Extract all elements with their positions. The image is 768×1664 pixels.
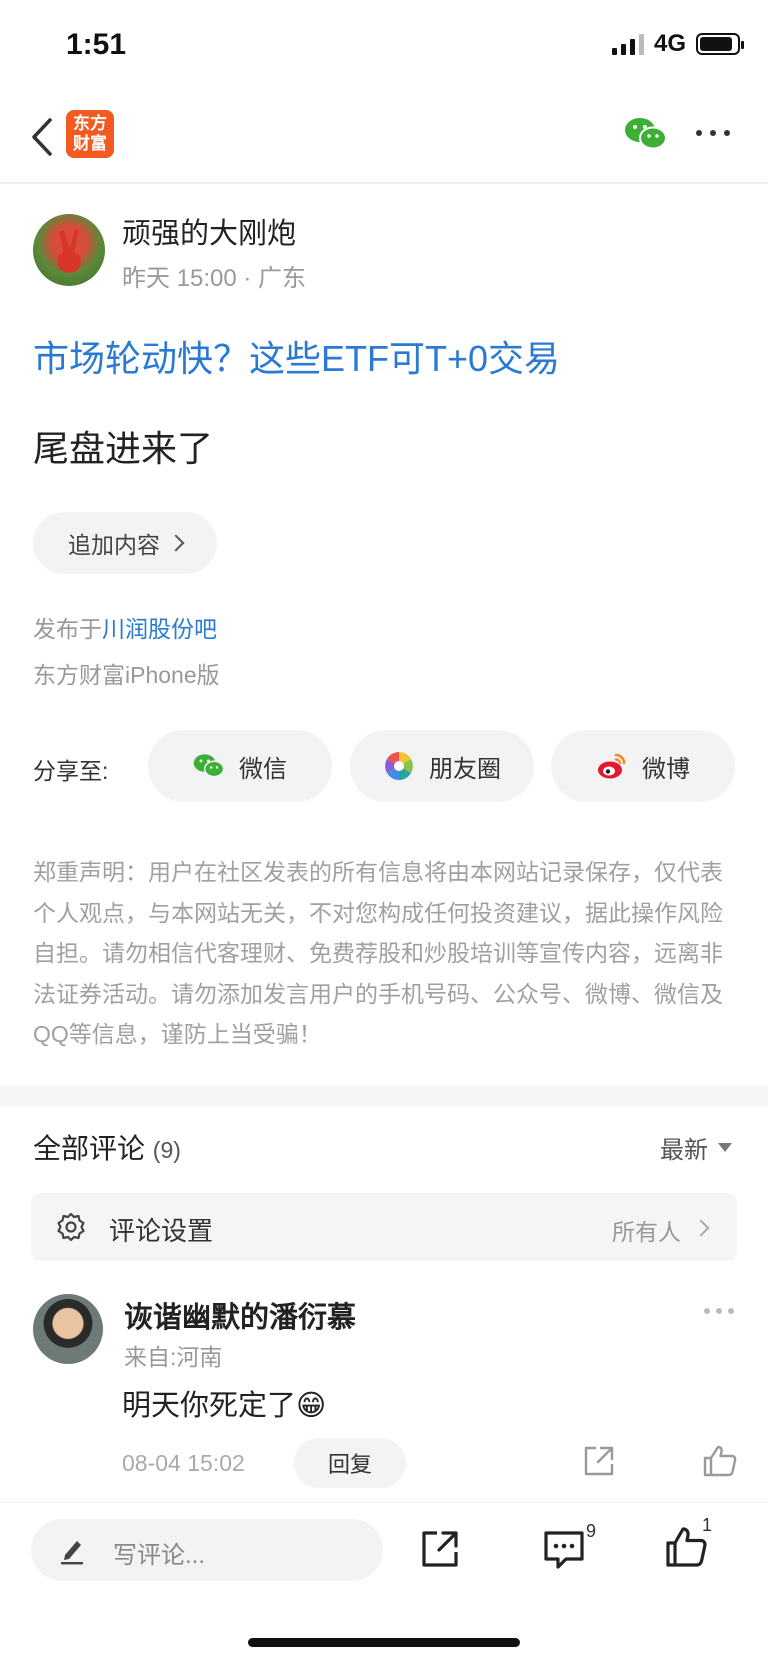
nav-bar: 东方 财富	[0, 96, 768, 184]
signal-icon	[611, 33, 644, 55]
disclaimer-text: 郑重声明：用户在社区发表的所有信息将由本网站记录保存，仅代表个人观点，与本网站无…	[33, 859, 723, 1047]
pencil-icon	[61, 1541, 83, 1565]
gear-icon	[57, 1212, 85, 1242]
home-indicator	[248, 1638, 520, 1647]
chevron-right-icon	[692, 1219, 710, 1237]
share-weibo-button[interactable]: 微博	[551, 730, 735, 802]
comment-icon[interactable]	[542, 1529, 586, 1571]
moments-icon	[385, 752, 413, 780]
status-indicators: 4G	[611, 30, 744, 58]
caret-down-icon	[718, 1143, 732, 1152]
share-moments-button[interactable]: 朋友圈	[350, 730, 534, 802]
comment-count-badge: 9	[586, 1521, 597, 1541]
battery-icon	[696, 33, 744, 55]
weibo-icon	[598, 753, 626, 779]
thumbs-up-icon[interactable]	[702, 1444, 738, 1478]
back-arrow-icon[interactable]	[28, 114, 58, 160]
author-name[interactable]: 顽强的大刚炮	[122, 210, 296, 252]
comment-settings-row[interactable]: 评论设置 所有人	[31, 1193, 737, 1261]
forum-link[interactable]: 川润股份吧	[102, 616, 217, 642]
like-count-badge: 1	[702, 1515, 713, 1535]
share-label: 分享至:	[33, 758, 109, 784]
app-logo: 东方 财富	[66, 110, 114, 158]
share-wechat-button[interactable]: 微信	[148, 730, 332, 802]
more-options-icon[interactable]	[696, 126, 736, 140]
sort-dropdown[interactable]: 最新	[660, 1130, 732, 1165]
append-content-button[interactable]: 追加内容	[33, 512, 217, 574]
write-comment-input[interactable]: 写评论...	[31, 1519, 383, 1581]
post-meta: 昨天 15:00 · 广东	[122, 265, 307, 292]
reply-button[interactable]: 回复	[294, 1438, 406, 1488]
comments-heading: 全部评论 (9)	[33, 1133, 181, 1164]
comment-more-icon[interactable]	[704, 1308, 734, 1314]
posted-in: 发布于川润股份吧	[33, 616, 217, 642]
commenter-avatar[interactable]	[33, 1294, 103, 1364]
network-type: 4G	[653, 30, 686, 57]
comment-text: 明天你死定了😁	[122, 1390, 327, 1422]
status-time: 1:51	[66, 28, 127, 61]
commenter-location: 来自:河南	[124, 1344, 223, 1370]
wechat-icon	[193, 754, 225, 778]
post-title-link[interactable]: 市场轮动快？这些ETF可T+0交易	[33, 330, 560, 382]
client-source: 东方财富iPhone版	[33, 662, 220, 688]
share-icon[interactable]	[420, 1529, 460, 1569]
comment-time: 08-04 15:02	[122, 1450, 245, 1476]
victory-hand-image	[57, 229, 81, 273]
author-avatar[interactable]	[33, 214, 105, 286]
share-icon[interactable]	[582, 1444, 616, 1478]
commenter-name[interactable]: 诙谐幽默的潘衍慕	[124, 1294, 356, 1336]
wechat-icon[interactable]	[624, 116, 668, 152]
chevron-right-icon	[167, 534, 185, 552]
section-divider	[0, 1086, 768, 1106]
comments-count: (9)	[152, 1137, 181, 1163]
post-body: 尾盘进来了	[33, 428, 214, 469]
